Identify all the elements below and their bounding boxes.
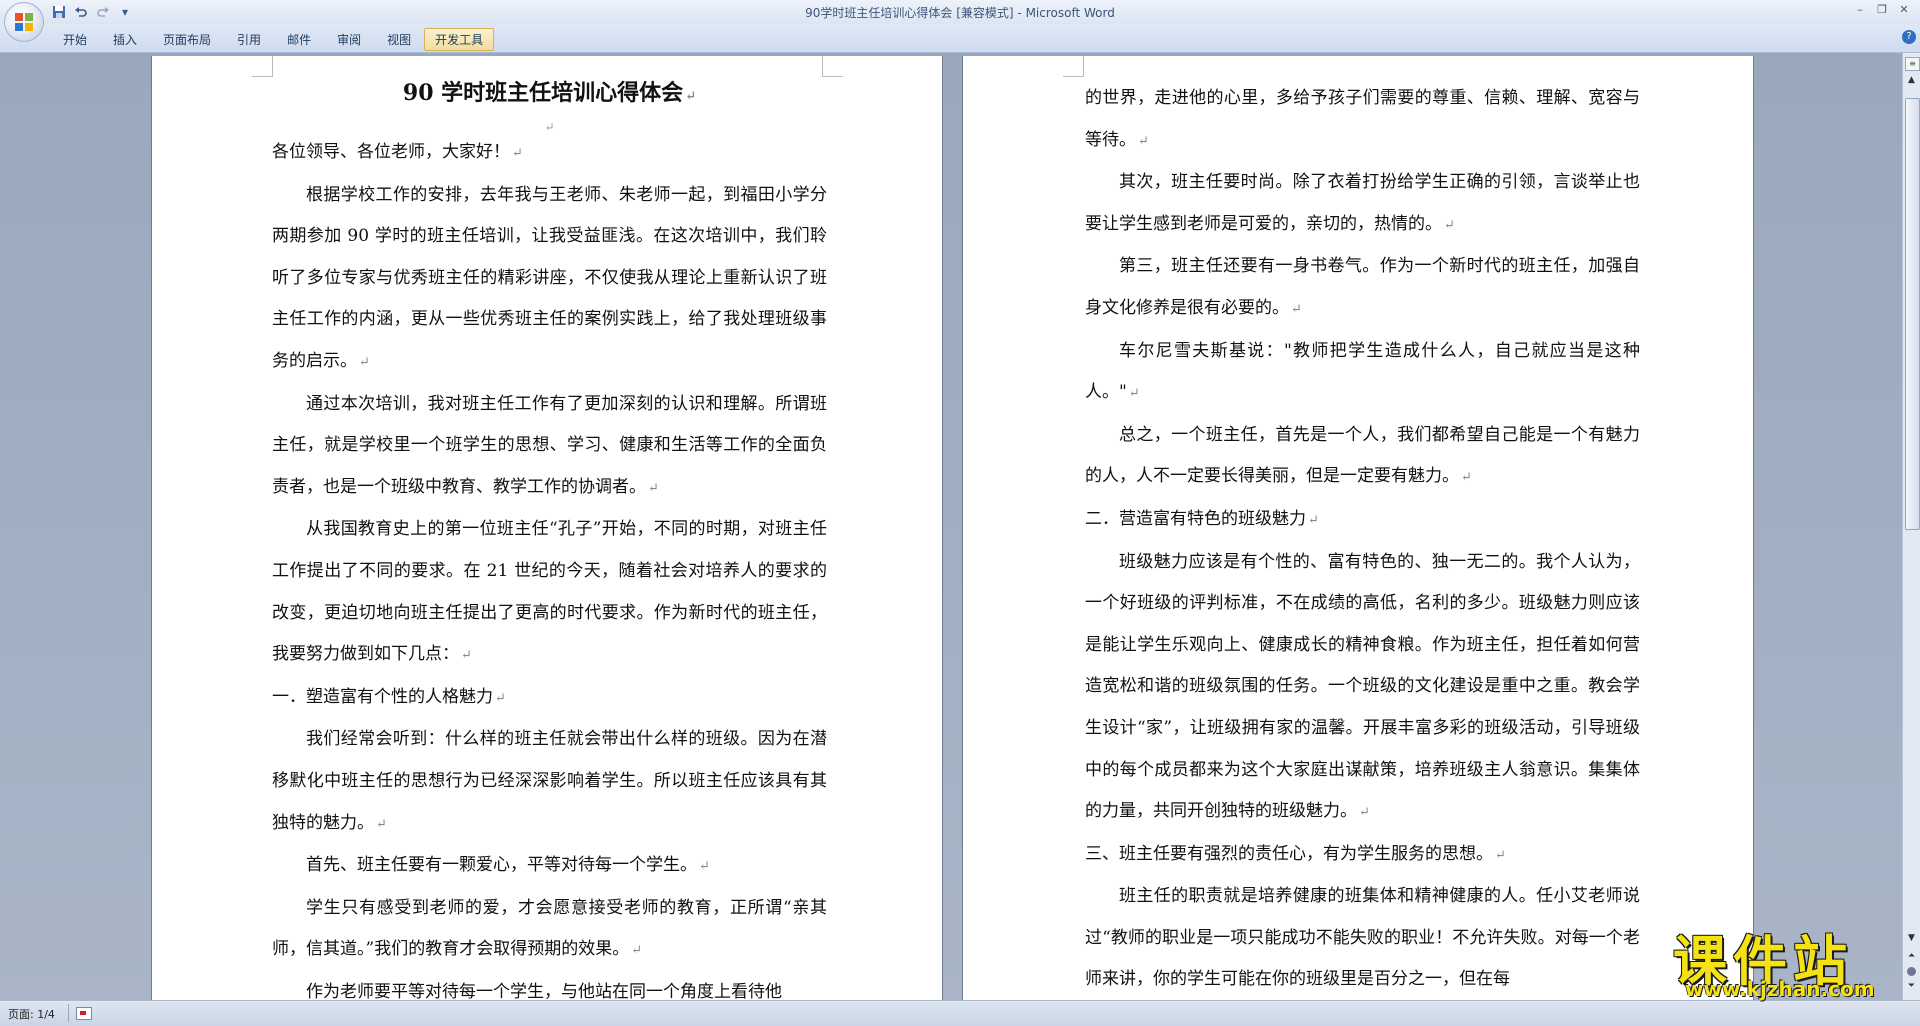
paragraph: 总之，一个班主任，首先是一个人，我们都希望自己能是一个有魅力的人，人不一定要长得… [1085, 424, 1640, 487]
paragraph: 各位领导、各位老师，大家好！ ↵ [272, 142, 523, 162]
document-page[interactable]: 的世界，走进他的心里，多给予孩子们需要的尊重、信赖、理解、宽容与等待。 ↵ 其次，… [963, 56, 1753, 1000]
tab-mailings[interactable]: 邮件 [274, 28, 324, 51]
paragraph: 班主任的职责就是培养健康的班集体和精神健康的人。任小艾老师说过“教师的职业是一项… [1085, 886, 1640, 990]
section-heading: 二．营造富有特色的班级魅力 ↵ [1085, 508, 1319, 529]
window-controls: – ❐ ✕ [1850, 2, 1914, 18]
paragraph: 车尔尼雪夫斯基说："教师把学生造成什么人，自己就应当是这种人。" ↵ [1085, 340, 1640, 403]
tab-home[interactable]: 开始 [50, 28, 100, 51]
margin-corner-mark [1063, 56, 1084, 77]
paragraph: 通过本次培训，我对班主任工作有了更加深刻的认识和理解。所谓班主任，就是学校里一个… [272, 393, 827, 497]
window-title: 90学时班主任培训心得体会 [兼容模式] - Microsoft Word [805, 6, 1115, 20]
office-logo-icon [15, 13, 33, 31]
tab-review[interactable]: 审阅 [324, 28, 374, 51]
title-bar: ▾ 90学时班主任培训心得体会 [兼容模式] - Microsoft Word … [0, 0, 1920, 24]
section-heading: 三、班主任要有强烈的责任心，有为学生服务的思想。 ↵ [1085, 843, 1506, 864]
site-watermark-logo: 课件站 www.kjzhan.com [1665, 925, 1915, 1001]
close-icon[interactable]: ✕ [1894, 2, 1914, 18]
paragraph: 其次，班主任要时尚。除了衣着打扮给学生正确的引领，言谈举止也要让学生感到老师是可… [1085, 172, 1640, 234]
ruler-toggle-icon[interactable]: ≡ [1905, 57, 1920, 71]
document-area[interactable]: 90 学时班主任培训心得体会 ↵ ↵ 各位领导、各位老师，大家好！ ↵ 根据学校工作… [0, 53, 1902, 1000]
margin-corner-mark [252, 56, 273, 77]
status-divider [68, 1004, 69, 1022]
vertical-scrollbar[interactable]: ≡ ▲ ▼ ⏶ ⏷ [1902, 53, 1920, 1000]
ribbon-tab-bar: 开始 插入 页面布局 引用 邮件 审阅 视图 开发工具 ? [0, 24, 1920, 53]
margin-corner-mark [822, 56, 843, 77]
empty-paragraph: ↵ [544, 120, 555, 134]
scroll-thumb[interactable] [1905, 98, 1920, 530]
help-icon[interactable]: ? [1902, 30, 1916, 44]
paragraph: 我们经常会听到：什么样的班主任就会带出什么样的班级。因为在潜移默化中班主任的思想… [272, 729, 827, 833]
status-bar: 页面: 1/4 [0, 1000, 1920, 1026]
document-page[interactable]: 90 学时班主任培训心得体会 ↵ ↵ 各位领导、各位老师，大家好！ ↵ 根据学校工作… [152, 56, 942, 1000]
restore-icon[interactable]: ❐ [1872, 2, 1892, 18]
paragraph: 作为老师要平等对待每一个学生，与他站在同一个角度上看待他 [306, 981, 782, 1000]
paragraph: 学生只有感受到老师的爱，才会愿意接受老师的教育，正所谓“亲其师，信其道。”我们的… [272, 897, 827, 960]
scroll-up-icon[interactable]: ▲ [1905, 75, 1918, 87]
tab-references[interactable]: 引用 [224, 28, 274, 51]
proofing-icon[interactable] [76, 1007, 92, 1020]
tab-developer[interactable]: 开发工具 [424, 28, 495, 51]
document-title: 90 学时班主任培训心得体会 ↵ [402, 80, 697, 106]
office-button[interactable] [4, 2, 44, 42]
tab-insert[interactable]: 插入 [100, 28, 150, 51]
paragraph: 首先、班主任要有一颗爱心，平等对待每一个学生。 ↵ [306, 855, 710, 876]
page-number-status[interactable]: 页面: 1/4 [8, 1006, 55, 1022]
tab-view[interactable]: 视图 [374, 28, 424, 51]
watermark-url-text: www.kjzhan.com [1685, 977, 1875, 1001]
minimize-icon[interactable]: – [1850, 2, 1870, 18]
page-content: 的世界，走进他的心里，多给予孩子们需要的尊重、信赖、理解、宽容与等待。 ↵ 其次，… [1085, 78, 1640, 1000]
paragraph: 第三，班主任还要有一身书卷气。作为一个新时代的班主任，加强自身文化修养是很有必要… [1085, 256, 1640, 318]
tab-page-layout[interactable]: 页面布局 [150, 28, 224, 51]
paragraph: 从我国教育史上的第一位班主任“孔子”开始，不同的时期，对班主任工作提出了不同的要… [272, 519, 827, 665]
paragraph: 的世界，走进他的心里，多给予孩子们需要的尊重、信赖、理解、宽容与等待。 ↵ [1085, 88, 1640, 150]
paragraph: 根据学校工作的安排，去年我与王老师、朱老师一起，到福田小学分两期参加 90 学时… [272, 184, 827, 371]
paragraph: 班级魅力应该是有个性的、富有特色的、独一无二的。我个人认为，一个好班级的评判标准… [1085, 551, 1640, 822]
section-heading: 一．塑造富有个性的人格魅力 ↵ [272, 686, 506, 707]
page-content: 90 学时班主任培训心得体会 ↵ ↵ 各位领导、各位老师，大家好！ ↵ 根据学校工作… [272, 76, 827, 1000]
